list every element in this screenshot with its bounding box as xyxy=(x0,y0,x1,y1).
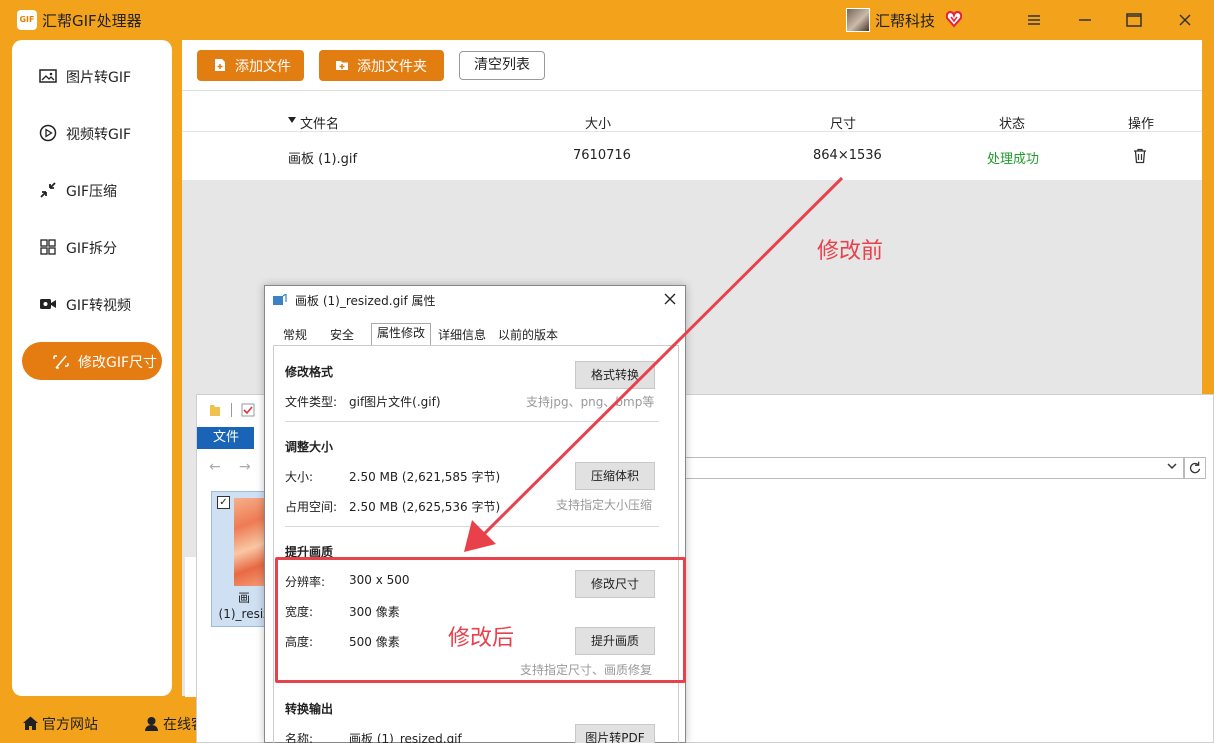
image-to-pdf-button[interactable]: 图片转PDF xyxy=(575,724,655,743)
format-section-title: 修改格式 xyxy=(285,365,334,379)
tab-property-modify[interactable]: 属性修改 xyxy=(371,323,431,346)
column-header-dimensions[interactable]: 尺寸 xyxy=(830,113,856,132)
home-icon xyxy=(23,716,38,730)
output-name-label: 名称: xyxy=(285,732,314,743)
output-section-title: 转换输出 xyxy=(285,702,334,716)
column-header-status: 状态 xyxy=(999,117,1026,132)
add-folder-icon xyxy=(336,61,348,70)
maximize-icon[interactable] xyxy=(1122,8,1146,32)
forward-arrow-icon[interactable]: → xyxy=(239,459,251,475)
size-value: 2.50 MB (2,621,585 字节) xyxy=(349,470,501,484)
file-type-label: 文件类型: xyxy=(285,395,338,409)
split-icon xyxy=(40,239,56,255)
ribbon-file-tab[interactable]: 文件 xyxy=(197,427,254,449)
play-icon xyxy=(39,124,57,142)
add-file-label: 添加文件 xyxy=(235,59,291,75)
tab-previous-versions[interactable]: 以前的版本 xyxy=(495,326,561,346)
sidebar-item-gif-split[interactable]: GIF拆分 xyxy=(22,228,162,266)
properties-check-icon[interactable] xyxy=(241,403,255,417)
sidebar-item-label: 视频转GIF xyxy=(66,127,132,143)
official-website-label: 官方网站 xyxy=(42,717,98,733)
sidebar-item-gif-to-video[interactable]: GIF转视频 xyxy=(22,285,162,323)
refresh-icon[interactable] xyxy=(1184,457,1206,479)
compress-size-button[interactable]: 压缩体积 xyxy=(575,462,655,490)
app-title: 汇帮GIF处理器 xyxy=(42,12,142,30)
sidebar: 图片转GIF 视频转GIF GIF压缩 GIF拆分 GIF转视频 修改GIF尺寸 xyxy=(12,40,172,696)
annotation-after: 修改后 xyxy=(448,626,515,651)
format-convert-button[interactable]: 格式转换 xyxy=(575,361,655,389)
gif-file-icon xyxy=(273,294,287,305)
file-table: 文件名 大小 尺寸 状态 操作 画板 (1).gif 7610716 864×1… xyxy=(182,90,1202,180)
sidebar-item-label: GIF拆分 xyxy=(66,241,118,257)
minimize-icon[interactable] xyxy=(1073,8,1097,32)
user-name[interactable]: 汇帮科技 xyxy=(875,10,935,31)
add-folder-button[interactable]: 添加文件夹 xyxy=(319,50,444,81)
size-section-title: 调整大小 xyxy=(285,440,334,454)
sidebar-item-label: 图片转GIF xyxy=(66,70,132,86)
column-header-size[interactable]: 大小 xyxy=(585,113,611,132)
toolbar-separator xyxy=(231,403,232,417)
tab-details[interactable]: 详细信息 xyxy=(435,326,489,346)
size-hint: 支持指定大小压缩 xyxy=(556,498,653,512)
sidebar-item-gif-compress[interactable]: GIF压缩 xyxy=(22,171,162,209)
cell-dimensions: 864×1536 xyxy=(813,148,882,163)
avatar[interactable] xyxy=(846,8,870,32)
disk-usage-value: 2.50 MB (2,625,536 字节) xyxy=(349,500,501,514)
sidebar-item-image-to-gif[interactable]: 图片转GIF xyxy=(22,57,162,95)
section-divider xyxy=(285,526,659,527)
section-divider xyxy=(285,421,659,422)
dialog-close-icon[interactable] xyxy=(663,292,677,306)
annotation-before: 修改前 xyxy=(817,239,884,264)
cell-file-size: 7610716 xyxy=(573,148,631,163)
app-logo-icon: GIF xyxy=(17,10,37,30)
tab-security[interactable]: 安全 xyxy=(323,326,361,346)
status-badge: 处理成功 xyxy=(987,152,1040,167)
size-label: 大小: xyxy=(285,470,314,484)
menu-icon[interactable] xyxy=(1022,8,1046,32)
column-header-action: 操作 xyxy=(1128,117,1155,132)
add-file-button[interactable]: 添加文件 xyxy=(197,50,304,81)
output-name-value: 画板 (1)_resized.gif xyxy=(349,732,462,743)
sidebar-item-label: GIF转视频 xyxy=(66,298,132,314)
sidebar-item-label: 修改GIF尺寸 xyxy=(78,355,158,371)
add-folder-label: 添加文件夹 xyxy=(357,59,427,75)
sidebar-item-label: GIF压缩 xyxy=(66,184,118,200)
add-file-icon xyxy=(215,59,225,71)
sidebar-item-video-to-gif[interactable]: 视频转GIF xyxy=(22,114,162,152)
resize-icon xyxy=(53,355,69,369)
clear-list-button[interactable]: 清空列表 xyxy=(459,51,545,80)
column-header-name[interactable]: 文件名 xyxy=(300,113,339,132)
address-bar[interactable] xyxy=(657,457,1184,479)
trash-icon[interactable] xyxy=(1133,148,1147,164)
toolbar: 添加文件 添加文件夹 清空列表 xyxy=(182,40,1202,90)
back-arrow-icon[interactable]: ← xyxy=(209,459,221,475)
sidebar-item-resize-gif[interactable]: 修改GIF尺寸 xyxy=(22,342,162,380)
tab-general[interactable]: 常规 xyxy=(277,326,313,346)
disk-usage-label: 占用空间: xyxy=(285,500,338,514)
thumbnail-checkbox[interactable]: ✓ xyxy=(217,496,230,509)
sort-desc-icon[interactable] xyxy=(288,117,296,123)
compress-icon xyxy=(40,182,56,198)
header-divider xyxy=(182,131,1202,132)
file-type-value: gif图片文件(.gif) xyxy=(349,395,441,409)
dialog-title: 画板 (1)_resized.gif 属性 xyxy=(295,294,436,308)
close-icon[interactable] xyxy=(1173,8,1197,32)
video-icon xyxy=(40,299,56,309)
chevron-down-icon[interactable] xyxy=(1167,461,1177,471)
title-bar: GIF 汇帮GIF处理器 汇帮科技 xyxy=(0,0,1214,40)
image-icon xyxy=(39,69,57,83)
cell-file-name: 画板 (1).gif xyxy=(288,152,358,167)
folder-icon xyxy=(210,405,220,416)
vip-heart-icon[interactable] xyxy=(946,10,962,28)
format-hint: 支持jpg、png、bmp等 xyxy=(526,395,655,409)
headset-icon xyxy=(145,717,158,731)
